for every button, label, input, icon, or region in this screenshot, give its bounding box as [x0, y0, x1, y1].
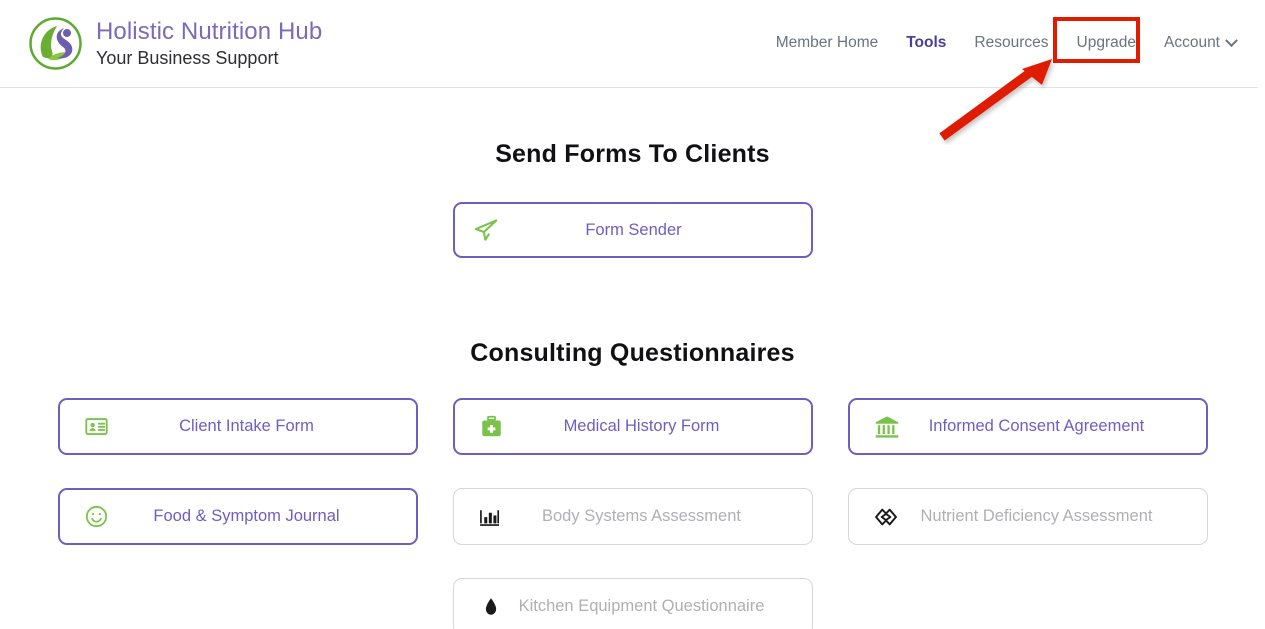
nav-account[interactable]: Account	[1150, 27, 1248, 59]
paper-plane-send-icon	[471, 215, 501, 245]
nav-resources[interactable]: Resources	[960, 27, 1062, 59]
card-kitchen-equipment-questionnaire: Kitchen Equipment Questionnaire	[452, 578, 813, 629]
card-client-intake-form-label: Client Intake Form	[179, 417, 314, 435]
card-body-systems-assessment: Body Systems Assessment	[452, 488, 813, 545]
card-kitchen-equipment-questionnaire-label: Kitchen Equipment Questionnaire	[518, 597, 765, 615]
gem-diamond-icon	[871, 502, 901, 532]
card-informed-consent-agreement[interactable]: Informed Consent Agreement	[847, 398, 1208, 455]
main-content: Send Forms To Clients Form Sender Consul…	[0, 88, 1265, 629]
primary-navigation: Member Home Tools Resources Upgrade Acco…	[762, 27, 1248, 59]
bar-chart-icon	[476, 502, 506, 532]
card-food-symptom-journal-label: Food & Symptom Journal	[153, 507, 340, 525]
nav-tools[interactable]: Tools	[892, 27, 960, 59]
chevron-down-icon	[1225, 33, 1238, 47]
card-nutrient-deficiency-assessment-label: Nutrient Deficiency Assessment	[920, 507, 1153, 525]
smiley-face-icon	[82, 502, 112, 532]
id-card-icon	[82, 412, 112, 442]
medical-kit-icon	[477, 412, 507, 442]
card-body-systems-assessment-label: Body Systems Assessment	[542, 507, 741, 525]
section-title-send-forms: Send Forms To Clients	[495, 140, 770, 168]
site-header: Holistic Nutrition Hub Your Business Sup…	[0, 0, 1258, 88]
bank-building-icon	[872, 412, 902, 442]
card-medical-history-form[interactable]: Medical History Form	[452, 398, 813, 455]
card-informed-consent-agreement-label: Informed Consent Agreement	[928, 417, 1145, 435]
page-root: Holistic Nutrition Hub Your Business Sup…	[0, 0, 1265, 629]
card-food-symptom-journal[interactable]: Food & Symptom Journal	[57, 488, 418, 545]
questionnaire-grid: Client Intake Form Medical History Form	[0, 398, 1265, 545]
card-medical-history-form-label: Medical History Form	[563, 417, 720, 435]
leaf-circle-logo-icon	[28, 16, 83, 71]
nav-upgrade[interactable]: Upgrade	[1063, 27, 1150, 59]
questionnaire-clipped-row: Kitchen Equipment Questionnaire	[0, 578, 1265, 629]
section-title-consulting-questionnaires: Consulting Questionnaires	[470, 339, 795, 367]
brand-block[interactable]: Holistic Nutrition Hub Your Business Sup…	[28, 16, 322, 71]
card-form-sender[interactable]: Form Sender	[452, 202, 813, 258]
card-client-intake-form[interactable]: Client Intake Form	[57, 398, 418, 455]
brand-text: Holistic Nutrition Hub Your Business Sup…	[96, 17, 322, 70]
droplet-icon	[476, 592, 506, 622]
nav-member-home[interactable]: Member Home	[762, 27, 893, 59]
send-forms-row: Form Sender	[0, 202, 1265, 258]
card-form-sender-label: Form Sender	[585, 220, 682, 239]
card-nutrient-deficiency-assessment: Nutrient Deficiency Assessment	[847, 488, 1208, 545]
nav-account-label: Account	[1163, 34, 1220, 51]
brand-title: Holistic Nutrition Hub	[96, 18, 323, 45]
brand-subtitle: Your Business Support	[96, 48, 279, 68]
